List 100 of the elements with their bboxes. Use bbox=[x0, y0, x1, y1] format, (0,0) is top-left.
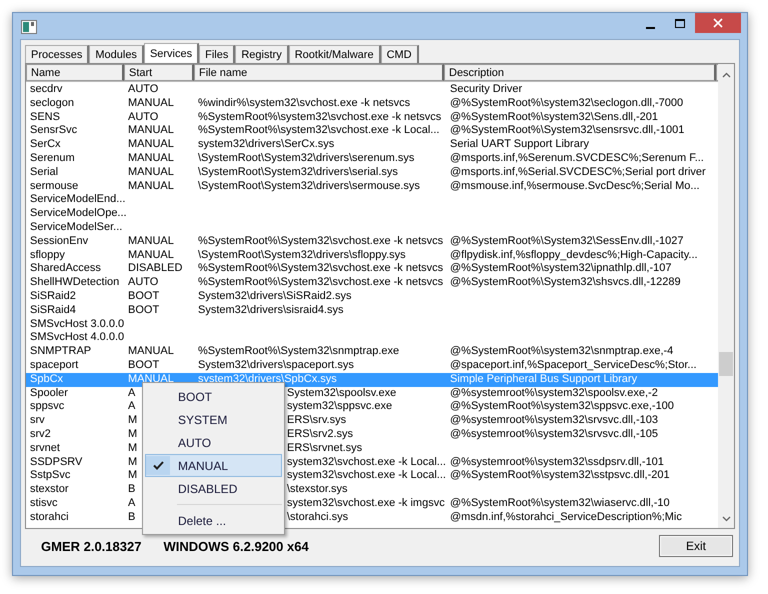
table-cell: MANUAL bbox=[128, 180, 174, 192]
menu-item[interactable]: DISABLED bbox=[145, 477, 282, 500]
table-cell: SSDPSRV bbox=[30, 456, 82, 468]
table-cell: SessionEnv bbox=[30, 234, 88, 247]
menu-item[interactable]: SYSTEM bbox=[145, 408, 282, 431]
close-button[interactable] bbox=[695, 13, 741, 33]
table-cell: spaceport bbox=[30, 358, 78, 371]
table-cell: SMSvcHost 4.0.0.0 bbox=[30, 331, 124, 344]
table-cell: MANUAL bbox=[128, 138, 174, 150]
scrollbar[interactable] bbox=[718, 64, 734, 528]
table-cell: srvnet bbox=[30, 442, 60, 454]
tab[interactable]: Registry bbox=[235, 45, 289, 63]
menu-item[interactable]: Delete ... bbox=[145, 509, 282, 532]
table-cell: @%SystemRoot%\system32\ipnathlp.dll,-107 bbox=[450, 262, 672, 274]
table-cell: stisvc bbox=[30, 496, 58, 509]
table-cell: M bbox=[128, 428, 138, 440]
table-cell: Simple Peripheral Bus Support Library bbox=[450, 372, 638, 385]
table-cell: SstpSvc bbox=[30, 469, 70, 482]
table-cell: \SystemRoot\System32\drivers\serial.sys bbox=[198, 166, 398, 178]
tab[interactable]: Rootkit/Malware bbox=[288, 45, 381, 63]
table-cell: @%SystemRoot%\system32\snmptrap.exe,-4 bbox=[450, 345, 674, 358]
table-cell: @%SystemRoot%\system32\Sens.dll,-201 bbox=[450, 110, 658, 123]
table-cell: M bbox=[128, 442, 138, 454]
table-cell: system32\svchost.exe -k imgsvc bbox=[287, 496, 445, 509]
table-cell: SMSvcHost 3.0.0.0 bbox=[30, 318, 124, 330]
table-cell: %SystemRoot%\System32\snmptrap.exe bbox=[198, 345, 400, 358]
table-cell: BOOT bbox=[128, 290, 160, 302]
table-cell: MANUAL bbox=[128, 372, 174, 385]
tab[interactable]: Services bbox=[144, 43, 200, 64]
table-cell: ServiceModelSer... bbox=[30, 220, 122, 233]
table-cell: SharedAccess bbox=[30, 262, 101, 274]
scroll-up-icon[interactable] bbox=[722, 72, 730, 78]
menu-item[interactable]: MANUAL bbox=[145, 454, 282, 477]
table-cell: B bbox=[128, 483, 136, 496]
table-cell: MANUAL bbox=[128, 96, 174, 109]
table-cell: SiSRaid2 bbox=[30, 290, 76, 302]
table-cell: System32\spoolsv.exe bbox=[287, 386, 396, 399]
table-cell: Spooler bbox=[30, 386, 68, 399]
table-cell: srv bbox=[30, 414, 45, 426]
table-cell: sppsvc bbox=[30, 400, 64, 412]
table-cell: @spaceport.inf,%Spaceport_ServiceDesc%;Stor... bbox=[450, 358, 697, 371]
table-cell: stexstor bbox=[30, 483, 69, 496]
table-cell: M bbox=[128, 456, 138, 468]
table-cell: @%systemroot%\system32\spoolsv.exe,-2 bbox=[450, 386, 658, 399]
table-cell: @%systemroot%\system32\ssdpsrv.dll,-101 bbox=[450, 456, 664, 468]
table-cell: @%systemroot%\system32\srvsvc.dll,-105 bbox=[450, 428, 658, 440]
table-cell: A bbox=[128, 386, 136, 399]
table-cell: storahci bbox=[30, 510, 69, 523]
table-cell: @%SystemRoot%\System32\shsvcs.dll,-12289 bbox=[450, 276, 681, 288]
table-cell: system32\svchost.exe -k Local... bbox=[287, 469, 446, 482]
table-cell: MANUAL bbox=[128, 248, 174, 261]
scroll-thumb[interactable] bbox=[719, 352, 733, 376]
table-cell: @msmouse.inf,%sermouse.SvcDesc%;Serial Mo... bbox=[450, 180, 700, 192]
column-header[interactable]: Description bbox=[444, 64, 716, 81]
table-cell: system32\drivers\SerCx.sys bbox=[198, 138, 334, 150]
exit-button[interactable]: Exit bbox=[659, 535, 733, 557]
table-cell: ERS\srvnet.sys bbox=[287, 442, 362, 454]
table-cell: AUTO bbox=[128, 110, 158, 123]
table-cell: sermouse bbox=[30, 180, 78, 192]
tab[interactable]: CMD bbox=[380, 45, 419, 63]
table-cell: SNMPTRAP bbox=[30, 345, 92, 358]
tab[interactable]: Files bbox=[199, 45, 236, 63]
table-cell: SENS bbox=[30, 110, 60, 123]
menu-item[interactable]: BOOT bbox=[145, 385, 282, 408]
table-cell: Serenum bbox=[30, 152, 75, 164]
table-cell: @flpydisk.inf,%sfloppy_devdesc%;High-Capacity... bbox=[450, 248, 698, 261]
table-cell: @%SystemRoot%\System32\sensrsvc.dll,-1001 bbox=[450, 124, 684, 136]
table-cell: \SystemRoot\System32\drivers\serenum.sys bbox=[198, 152, 414, 164]
scroll-down-icon[interactable] bbox=[722, 516, 730, 522]
table-cell: SiSRaid4 bbox=[30, 304, 76, 316]
table-cell: B bbox=[128, 510, 136, 523]
column-header[interactable]: File name bbox=[194, 64, 444, 81]
menu-item[interactable]: AUTO bbox=[145, 431, 282, 454]
table-cell: A bbox=[128, 400, 136, 412]
table-cell: @msports.inf,%Serial.SVCDESC%;Serial port driver bbox=[450, 166, 706, 178]
table-cell: @%SystemRoot%\system32\sstpsvc.dll,-201 bbox=[450, 469, 670, 482]
table-cell: \stexstor.sys bbox=[287, 483, 348, 496]
table-cell: BOOT bbox=[128, 304, 160, 316]
tab[interactable]: Modules bbox=[89, 45, 144, 63]
table-cell: ERS\srv.sys bbox=[287, 414, 346, 426]
table-cell: %SystemRoot%\System32\svchost.exe -k netsvcs bbox=[198, 234, 444, 247]
table-cell: A bbox=[128, 496, 136, 509]
table-cell: \storahci.sys bbox=[287, 510, 348, 523]
table-cell: %SystemRoot%\system32\svchost.exe -k netsvcs bbox=[198, 110, 442, 123]
table-cell: secdrv bbox=[30, 83, 62, 95]
table-cell: M bbox=[128, 414, 138, 426]
column-header[interactable]: Name bbox=[26, 64, 124, 81]
table-cell: %windir%\system32\svchost.exe -k netsvcs bbox=[198, 96, 410, 109]
checkmark-icon bbox=[152, 461, 164, 470]
table-cell: MANUAL bbox=[128, 152, 174, 164]
table-cell: \SystemRoot\System32\drivers\sermouse.sys bbox=[198, 180, 420, 192]
table-cell: @msdn.inf,%storahci_ServiceDescription%;Mic bbox=[450, 510, 682, 523]
table-cell: @%SystemRoot%\system32\sppsvc.exe,-100 bbox=[450, 400, 674, 412]
table-cell: System32\drivers\sisraid4.sys bbox=[198, 304, 344, 316]
minimize-icon bbox=[646, 26, 654, 28]
table-cell: MANUAL bbox=[128, 234, 174, 247]
column-header[interactable]: Start bbox=[124, 64, 194, 81]
table-cell: \SystemRoot\System32\drivers\sfloppy.sys bbox=[198, 248, 406, 261]
table-cell: @%SystemRoot%\system32\seclogon.dll,-7000 bbox=[450, 96, 684, 109]
tab[interactable]: Processes bbox=[25, 45, 90, 63]
